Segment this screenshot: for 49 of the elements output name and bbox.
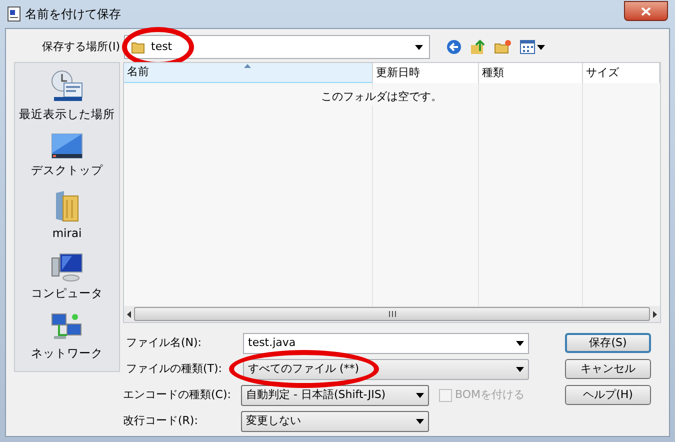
folder-icon bbox=[131, 40, 145, 54]
column-header[interactable]: サイズ bbox=[583, 63, 660, 83]
dropdown-arrow-icon bbox=[415, 44, 423, 50]
field-label: ファイルの種類(T): bbox=[125, 361, 224, 378]
new-folder-icon[interactable] bbox=[494, 39, 512, 55]
dropdown-arrow-icon bbox=[516, 367, 524, 372]
place-item[interactable]: 最近表示した場所 bbox=[15, 69, 119, 124]
dropdown-arrow-icon bbox=[416, 393, 424, 398]
dropdown-arrow-icon bbox=[516, 341, 524, 346]
dialog-button[interactable]: キャンセル bbox=[565, 359, 651, 379]
document-icon bbox=[7, 6, 21, 22]
place-item[interactable]: ネットワーク bbox=[15, 312, 119, 362]
scrollbar-thumb[interactable] bbox=[134, 307, 650, 321]
view-menu-button[interactable] bbox=[520, 40, 545, 54]
location-dropdown[interactable]: test bbox=[124, 35, 430, 59]
column-header[interactable]: 種類 bbox=[479, 63, 583, 83]
save-in-label: 保存する場所(I) bbox=[41, 38, 121, 55]
computer-icon bbox=[51, 252, 83, 282]
up-folder-icon[interactable] bbox=[470, 39, 486, 55]
place-item[interactable]: コンピュータ bbox=[15, 252, 119, 302]
close-button[interactable] bbox=[624, 1, 668, 21]
dialog-button[interactable]: ヘルプ(H) bbox=[565, 385, 651, 405]
file-type-dropdown[interactable]: すべてのファイル (**) bbox=[243, 359, 529, 380]
dropdown-arrow-icon bbox=[416, 419, 424, 424]
encoding-label: エンコードの種類(C): bbox=[123, 387, 232, 404]
line-ending-dropdown[interactable]: 変更しない bbox=[241, 411, 429, 432]
location-value: test bbox=[151, 38, 174, 55]
sort-arrow-icon bbox=[244, 64, 251, 68]
field-label: ファイル名(N): bbox=[125, 335, 203, 352]
network-icon bbox=[50, 312, 84, 342]
horizontal-scrollbar[interactable] bbox=[124, 306, 660, 322]
dialog-button[interactable]: 保存(S) bbox=[565, 333, 651, 353]
recent-places-icon bbox=[50, 69, 84, 103]
column-header[interactable]: 名前 bbox=[124, 63, 373, 83]
encoding-dropdown[interactable]: 自動判定 - 日本語(Shift-JIS) bbox=[241, 385, 429, 406]
grid-view-icon bbox=[520, 40, 535, 54]
window-title: 名前を付けて保存 bbox=[25, 6, 121, 23]
desktop-icon bbox=[51, 133, 83, 160]
place-item[interactable]: デスクトップ bbox=[15, 133, 119, 180]
back-icon[interactable] bbox=[446, 39, 462, 55]
grip-icon bbox=[388, 311, 396, 317]
line-ending-label: 改行コード(R): bbox=[123, 413, 199, 430]
scroll-left-icon bbox=[127, 310, 131, 318]
dropdown-arrow-icon bbox=[537, 44, 545, 50]
close-icon bbox=[641, 6, 651, 16]
user-folder-icon bbox=[54, 190, 80, 222]
file-name-combo[interactable]: test.java bbox=[243, 333, 529, 354]
place-item[interactable]: mirai bbox=[15, 190, 119, 242]
scroll-right-icon bbox=[653, 310, 657, 318]
